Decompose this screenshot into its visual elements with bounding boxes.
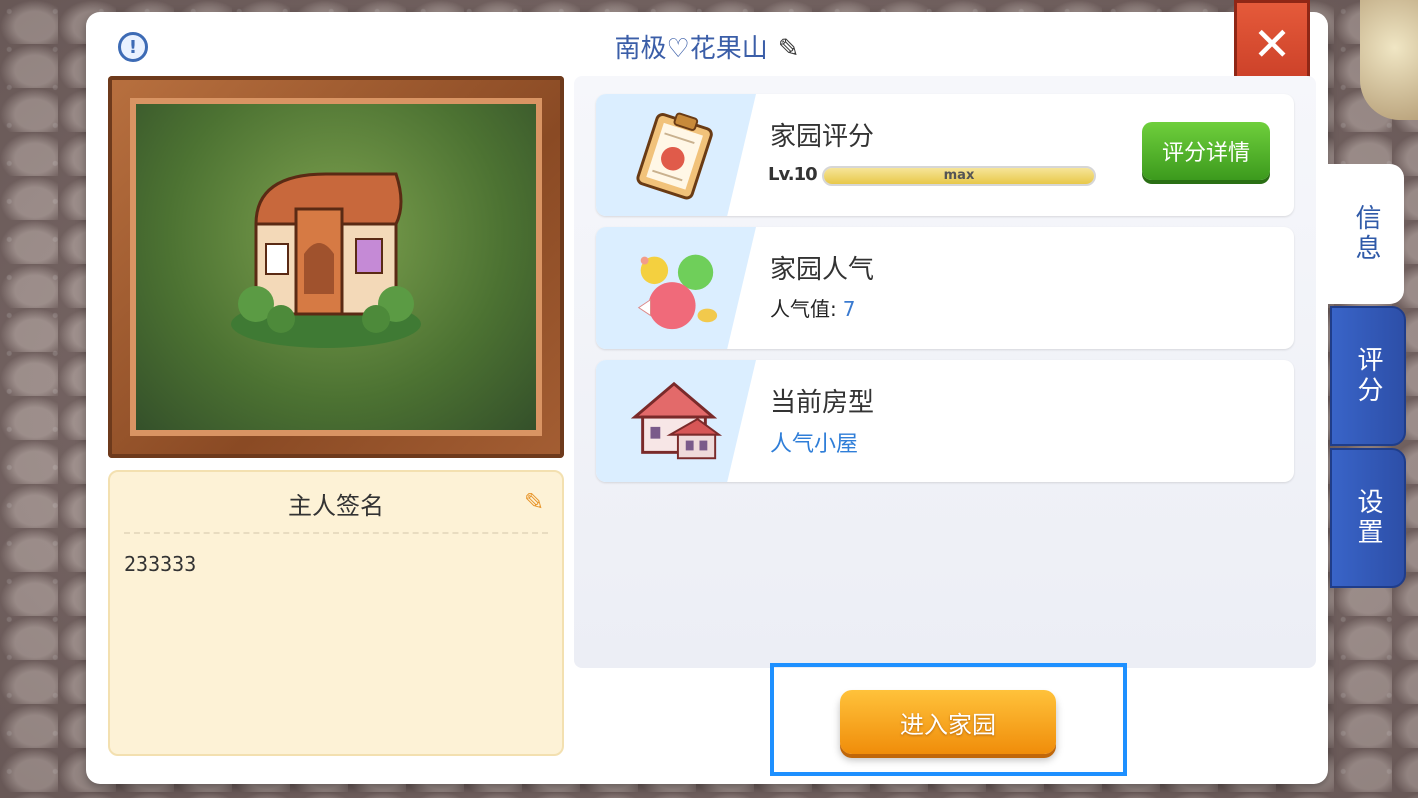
owner-signature-box: 主人签名 ✎ 233333 — [108, 470, 564, 756]
rating-card: 家园评分 Lv.10 max 评分详情 — [596, 94, 1294, 216]
rating-title: 家园评分 — [770, 122, 875, 152]
tab-rating[interactable]: 评分 — [1330, 306, 1406, 446]
signature-text: 233333 — [124, 552, 197, 576]
signature-divider — [124, 532, 548, 534]
house-icon — [630, 381, 723, 460]
page-title-row: 南极♡花果山 ✎ — [86, 28, 1328, 65]
page-title: 南极♡花果山 — [614, 34, 768, 64]
info-list: 家园评分 Lv.10 max 评分详情 家园人气 人气值: 7 当前房型 人气小… — [574, 76, 1316, 668]
popularity-card: 家园人气 人气值: 7 — [596, 227, 1294, 349]
tab-info[interactable]: 信息 — [1328, 164, 1404, 304]
corner-decoration — [1360, 0, 1418, 120]
tab-settings[interactable]: 设置 — [1330, 448, 1406, 588]
popularity-label: 人气值: — [770, 297, 837, 321]
edit-icon[interactable]: ✎ — [520, 488, 548, 516]
popularity-value: 7 — [842, 297, 856, 321]
home-picture — [130, 98, 542, 436]
house-type-title: 当前房型 — [770, 388, 875, 418]
house-type-card: 当前房型 人气小屋 — [596, 360, 1294, 482]
pencil-icon[interactable]: ✎ — [778, 34, 800, 64]
home-picture-frame — [108, 76, 564, 458]
popularity-title: 家园人气 — [770, 255, 875, 285]
rating-progress-label: max — [943, 168, 975, 183]
signature-title: 主人签名 — [288, 492, 384, 520]
house-type-value[interactable]: 人气小屋 — [770, 426, 858, 458]
enter-home-button[interactable]: 进入家园 — [840, 690, 1056, 754]
rating-progress-bar: max — [822, 166, 1096, 186]
close-icon: ✕ — [1252, 17, 1292, 71]
rating-level: Lv.10 — [768, 164, 818, 185]
home-house-icon — [231, 172, 421, 348]
popularity-stat: 人气值: 7 — [770, 293, 855, 322]
rating-detail-button[interactable]: 评分详情 — [1142, 122, 1270, 180]
slime-icon — [637, 254, 718, 330]
home-info-panel: ! 南极♡花果山 ✎ ✕ 主人签名 ✎ 233333 家园评分 Lv.10 ma… — [86, 0, 1328, 784]
clipboard-icon — [636, 112, 713, 200]
